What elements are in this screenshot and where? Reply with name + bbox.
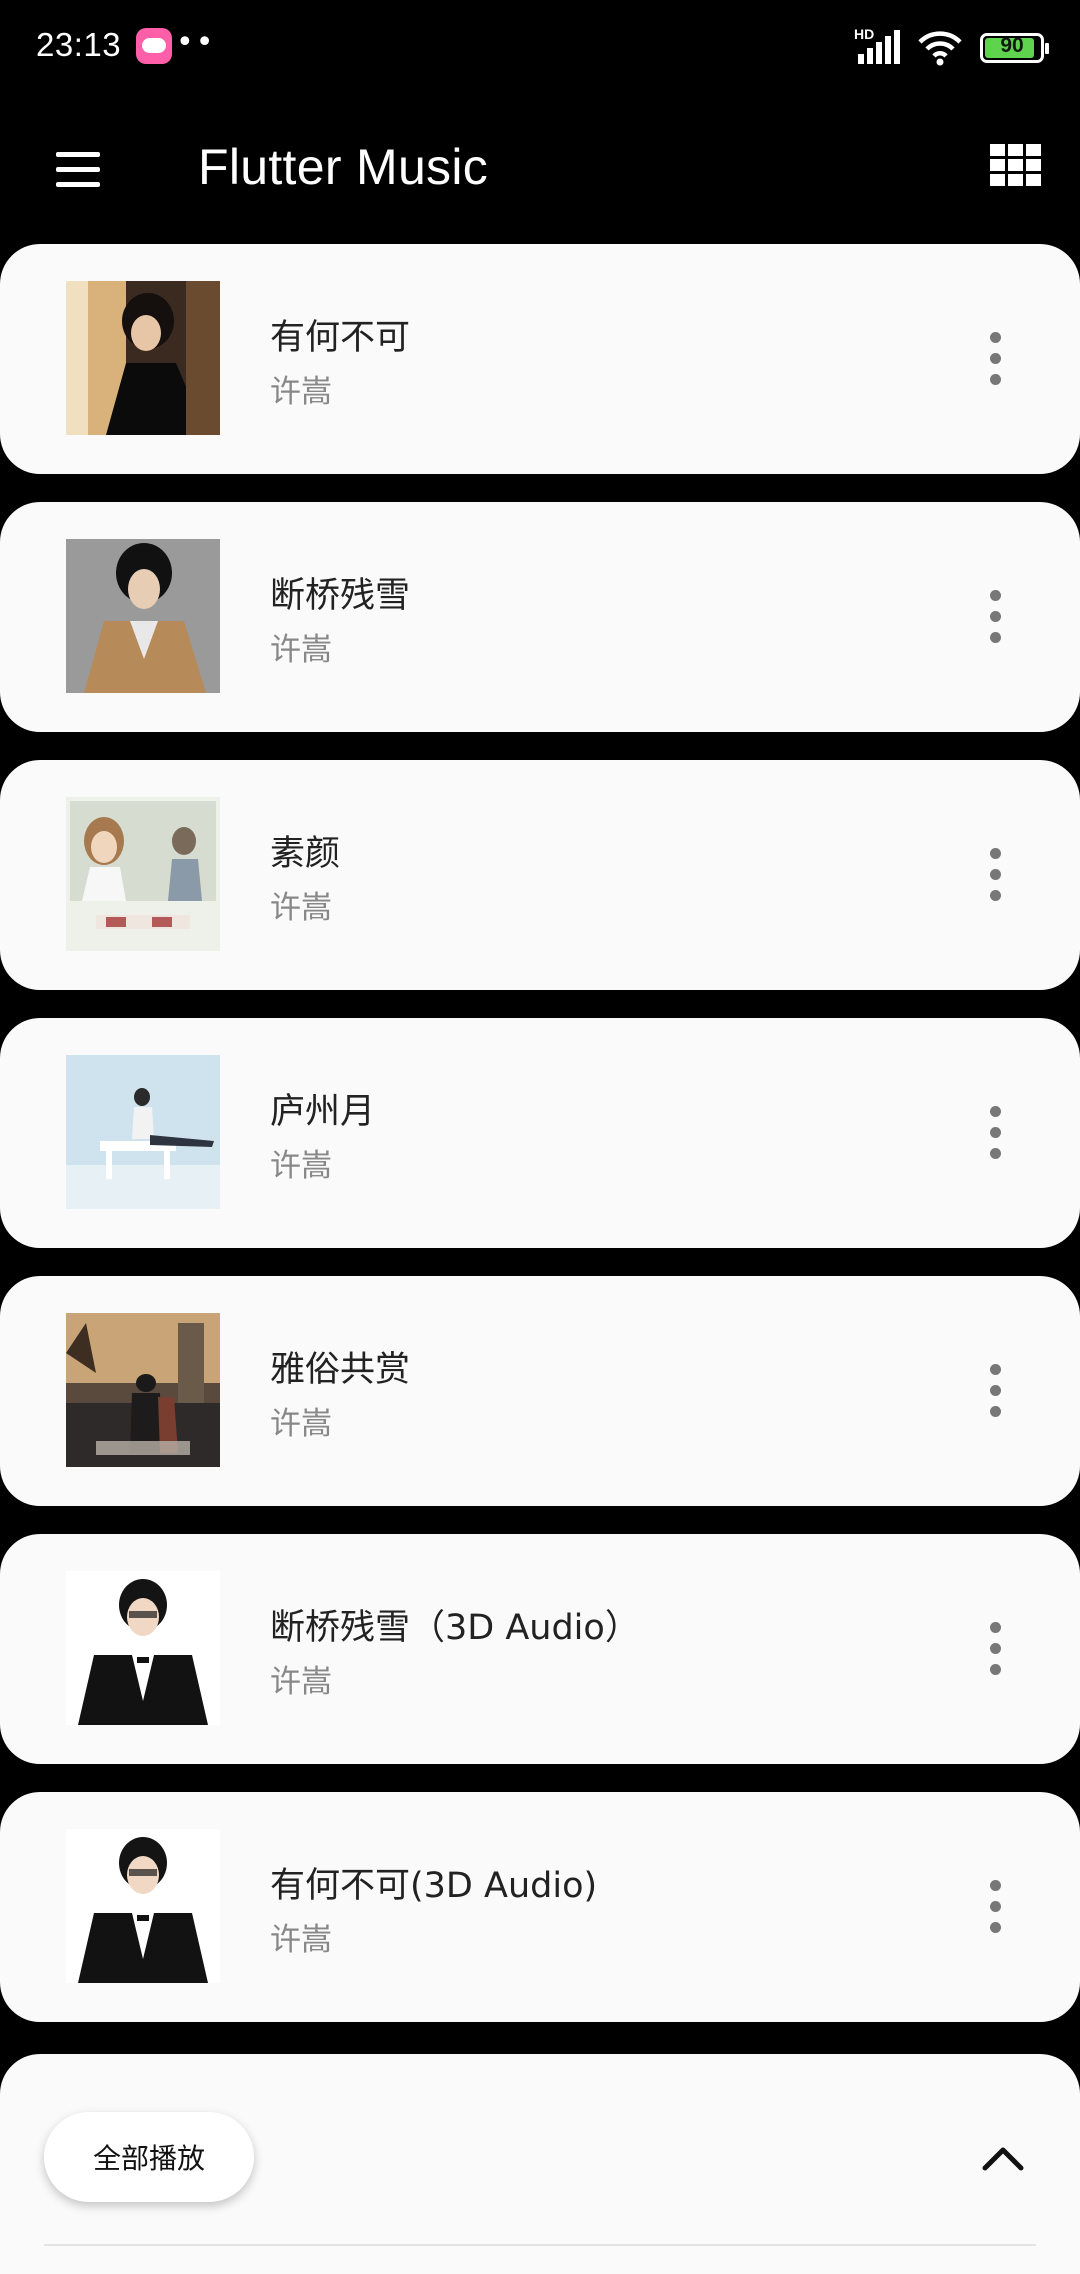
page-title: Flutter Music [198,139,489,195]
album-cover-image [66,1055,220,1209]
song-title: 素颜 [270,834,341,874]
song-list-item[interactable]: 断桥残雪（3D Audio） 许嵩 [0,1534,1080,1764]
divider [44,2244,1036,2246]
grid-view-icon[interactable] [990,144,1042,186]
song-title: 雅俗共赏 [270,1350,411,1390]
song-artist: 许嵩 [270,890,332,926]
song-list-item[interactable]: 有何不可 许嵩 [0,244,1080,474]
song-list-item[interactable]: 雅俗共赏 许嵩 [0,1276,1080,1506]
song-list-item[interactable]: 有何不可(3D Audio) 许嵩 [0,1792,1080,2022]
signal-icon: HD [854,26,900,66]
more-options-icon[interactable] [978,328,1014,390]
battery-icon: 90 [980,33,1049,63]
album-cover-image [66,797,220,951]
chevron-up-icon[interactable] [980,2142,1026,2172]
song-title: 庐州月 [270,1092,376,1132]
status-bar: 23:13 •• HD 90 [0,0,1080,96]
notification-dots: •• [176,25,216,60]
song-title: 断桥残雪（3D Audio） [270,1608,640,1648]
more-options-icon[interactable] [978,1360,1014,1422]
song-title: 有何不可(3D Audio) [270,1866,598,1906]
song-list-item[interactable]: 素颜 许嵩 [0,760,1080,990]
more-options-icon[interactable] [978,1618,1014,1680]
more-options-icon[interactable] [978,844,1014,906]
hello-app-icon [136,28,172,64]
app-bar: Flutter Music [0,96,1080,242]
song-title: 有何不可 [270,318,411,358]
status-time: 23:13 [36,26,122,63]
song-list-item[interactable]: 庐州月 许嵩 [0,1018,1080,1248]
more-options-icon[interactable] [978,586,1014,648]
more-options-icon[interactable] [978,1876,1014,1938]
song-artist: 许嵩 [270,1406,332,1442]
album-cover-image [66,1571,220,1725]
song-list-item[interactable]: 断桥残雪 许嵩 [0,502,1080,732]
song-artist: 许嵩 [270,374,332,410]
song-artist: 许嵩 [270,1922,332,1958]
bottom-player-sheet: 全部播放 [0,2054,1080,2274]
battery-level: 90 [1000,34,1024,57]
wifi-icon [918,31,962,66]
song-artist: 许嵩 [270,632,332,668]
song-artist: 许嵩 [270,1664,332,1700]
album-cover-image [66,1313,220,1467]
hamburger-menu-icon[interactable] [46,146,106,194]
album-cover-image [66,1829,220,1983]
song-artist: 许嵩 [270,1148,332,1184]
song-title: 断桥残雪 [270,576,411,616]
network-type-label: HD [854,26,875,42]
status-icons: HD 90 [854,26,1049,68]
album-cover-image [66,281,220,435]
more-options-icon[interactable] [978,1102,1014,1164]
album-cover-image [66,539,220,693]
play-all-button[interactable]: 全部播放 [44,2112,254,2202]
